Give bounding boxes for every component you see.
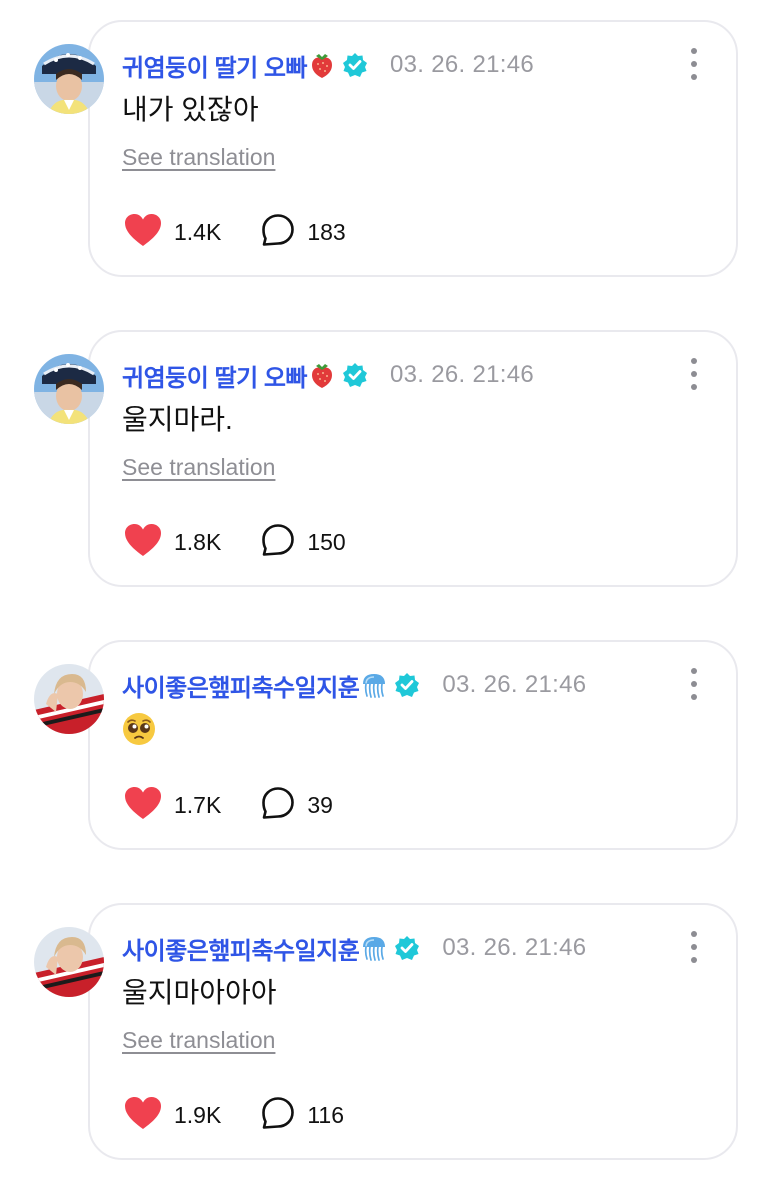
avatar[interactable] [34,354,104,424]
comment-count: 116 [307,1101,344,1128]
like-count: 1.8K [174,528,222,555]
author-name[interactable]: 사이좋은햎피축수일지훈 [122,931,360,966]
post-header: 귀염둥이 딸기 오빠 03. 26. 21:46 [122,48,535,83]
like-count: 1.4K [174,218,222,245]
more-options-icon[interactable] [682,668,706,700]
heart-icon [124,786,162,825]
post-header: 사이좋은햎피축수일지훈 03. 26. 21:46 [122,668,587,703]
like-button[interactable]: 1.8K [124,523,221,562]
like-button[interactable]: 1.4K [124,213,221,252]
comment-button[interactable]: 116 [261,1096,344,1135]
comment-count: 39 [307,791,333,818]
post-date: 03. 26. 21:46 [442,671,587,698]
see-translation-link[interactable]: See translation [122,144,275,171]
post-text: 울지마아아아 [122,977,277,1008]
like-button[interactable]: 1.7K [124,786,221,825]
comment-button[interactable]: 39 [261,786,333,825]
post-text: 울지마라. [122,404,233,435]
post-actions: 1.8K 150 [124,522,346,562]
jellyfish-icon [360,934,388,962]
more-options-icon[interactable] [682,48,706,80]
avatar[interactable] [34,44,104,114]
like-count: 1.7K [174,791,222,818]
heart-icon [124,1096,162,1135]
post-date: 03. 26. 21:46 [389,361,535,388]
strawberry-icon [308,51,336,79]
post-date: 03. 26. 21:46 [389,51,535,78]
comment-bubble-icon [261,523,295,562]
avatar[interactable] [34,927,104,997]
more-options-icon[interactable] [682,358,706,390]
post-actions: 1.4K 183 [124,212,346,252]
avatar[interactable] [34,664,104,734]
jellyfish-icon [360,671,388,699]
post-date: 03. 26. 21:46 [442,934,587,961]
see-translation-link[interactable]: See translation [122,1027,275,1054]
verified-badge-icon [342,362,368,388]
see-translation-link[interactable]: See translation [122,454,275,481]
comment-bubble-icon [261,213,295,252]
like-button[interactable]: 1.9K [124,1096,221,1135]
heart-icon [124,213,162,252]
post-card: 귀염둥이 딸기 오빠 03. 26. 21:46 울지마라. See trans… [88,330,738,587]
post-emoji-text [122,712,156,755]
comment-count: 183 [307,218,346,245]
comment-button[interactable]: 183 [261,213,346,252]
verified-badge-icon [342,52,368,78]
like-count: 1.9K [174,1101,222,1128]
author-name[interactable]: 귀염둥이 딸기 오빠 [122,358,307,393]
author-name[interactable]: 귀염둥이 딸기 오빠 [122,48,307,83]
more-options-icon[interactable] [682,931,706,963]
comment-button[interactable]: 150 [261,523,346,562]
post-actions: 1.7K 39 [124,785,333,825]
comment-count: 150 [307,528,346,555]
verified-badge-icon [394,672,420,698]
post-header: 사이좋은햎피축수일지훈 03. 26. 21:46 [122,931,587,966]
post-actions: 1.9K 116 [124,1095,344,1135]
post-header: 귀염둥이 딸기 오빠 03. 26. 21:46 [122,358,535,393]
author-name[interactable]: 사이좋은햎피축수일지훈 [122,668,360,703]
post-card: 사이좋은햎피축수일지훈 03. 26. 21:46 울지마아아아 See tra… [88,903,738,1160]
post-text: 내가 있잖아 [122,94,259,125]
heart-icon [124,523,162,562]
verified-badge-icon [394,935,420,961]
pleading-face-icon [122,713,156,752]
post-card: 사이좋은햎피축수일지훈 03. 26. 21:46 1.7K 39 [88,640,738,850]
comment-bubble-icon [261,786,295,825]
post-card: 귀염둥이 딸기 오빠 03. 26. 21:46 내가 있잖아 See tran… [88,20,738,277]
comment-bubble-icon [261,1096,295,1135]
strawberry-icon [308,361,336,389]
